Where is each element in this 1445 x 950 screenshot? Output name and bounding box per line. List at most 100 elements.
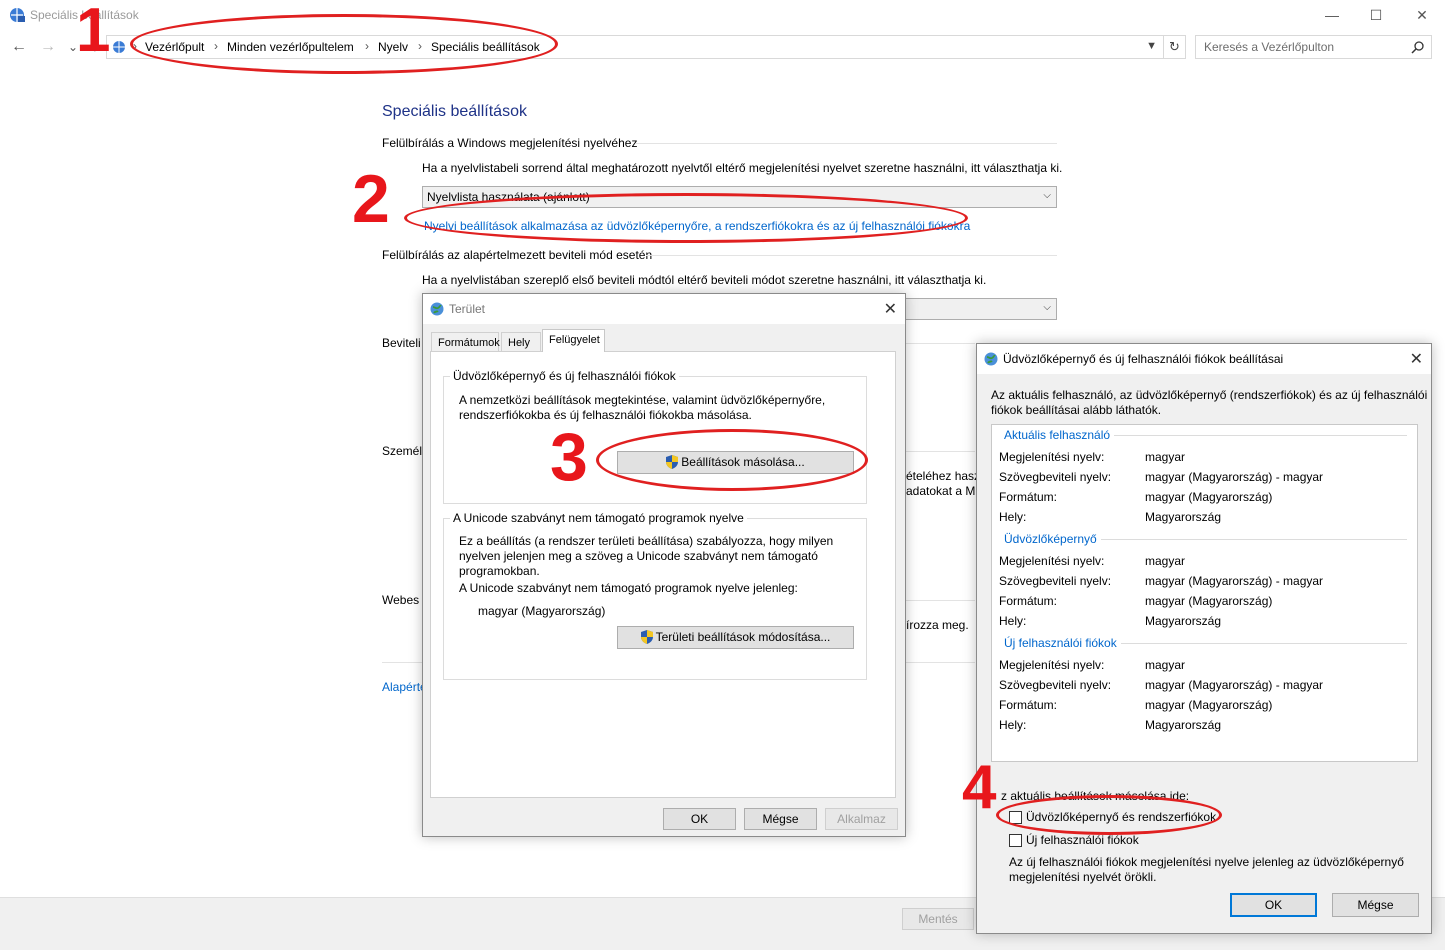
- section-heading: Új felhasználói fiókok: [1004, 636, 1121, 650]
- control-panel-icon: [113, 41, 125, 53]
- row-label: Megjelenítési nyelv:: [999, 450, 1105, 464]
- row-value: magyar (Magyarország): [1145, 490, 1273, 504]
- cancel-button[interactable]: Mégse: [744, 808, 817, 830]
- divider: [905, 662, 975, 663]
- section-input-method-text: Ha a nyelvlistában szereplő első bevitel…: [422, 273, 987, 287]
- chevron-down-icon[interactable]: ▼: [1146, 40, 1157, 52]
- annotation-ellipse-3: [596, 429, 868, 491]
- group-description: A nemzetközi beállítások megtekintése, v…: [459, 393, 826, 407]
- group-description: A Unicode szabványt nem támogató program…: [459, 581, 798, 595]
- unicode-language-group: A Unicode szabványt nem támogató program…: [443, 511, 867, 680]
- section-stub-webes: Webes t: [382, 593, 426, 607]
- row-label: Formátum:: [999, 698, 1058, 712]
- row-label: Formátum:: [999, 594, 1058, 608]
- search-box[interactable]: [1195, 35, 1432, 59]
- divider: [382, 662, 422, 663]
- welcome-settings-dialog: Üdvözlőképernyő és új felhasználói fióko…: [976, 343, 1432, 934]
- row-value: Magyarország: [1145, 614, 1222, 628]
- globe-icon: [984, 352, 998, 366]
- row-value: magyar (Magyarország) - magyar: [1145, 470, 1324, 484]
- annotation-ellipse-2: [404, 193, 968, 243]
- inherit-note: Az új felhasználói fiókok megjelenítési …: [1009, 855, 1404, 869]
- group-title: A Unicode szabványt nem támogató program…: [450, 511, 747, 525]
- group-description: rendszerfiókokba és új felhasználói fiók…: [459, 408, 752, 422]
- uac-shield-icon: [640, 630, 653, 644]
- row-value: magyar: [1145, 554, 1186, 568]
- close-icon[interactable]: ✕: [1410, 349, 1423, 369]
- section-stub-beviteli: Beviteli: [382, 336, 421, 350]
- inherit-note: megjelenítési nyelvét örökli.: [1009, 870, 1157, 884]
- globe-icon: [430, 302, 444, 316]
- ok-button[interactable]: OK: [663, 808, 736, 830]
- page-title: Speciális beállítások: [382, 103, 527, 120]
- ok-button[interactable]: OK: [1230, 893, 1317, 917]
- row-value: magyar: [1145, 450, 1186, 464]
- annotation-number-4: 4: [962, 753, 997, 822]
- divider: [905, 343, 975, 344]
- annotation-number-1: 1: [76, 0, 111, 65]
- back-button[interactable]: ←: [8, 36, 30, 58]
- row-value: Magyarország: [1145, 510, 1222, 524]
- tab-panel: Üdvözlőképernyő és új felhasználói fióko…: [430, 351, 896, 798]
- row-label: Hely:: [999, 614, 1027, 628]
- new-accounts-checkbox-label[interactable]: Új felhasználói fiókok: [1026, 833, 1139, 848]
- section-text-fragment: ételéhez haszn: [906, 469, 987, 483]
- chevron-down-icon: ⌵: [1043, 190, 1051, 201]
- section-text-fragment: írozza meg.: [906, 618, 969, 632]
- tab-formatumok[interactable]: Formátumok: [431, 332, 500, 352]
- forward-button[interactable]: →: [37, 36, 59, 58]
- group-description: programokban.: [459, 564, 540, 578]
- divider: [646, 255, 1057, 256]
- group-title: Üdvözlőképernyő és új felhasználói fióko…: [450, 369, 679, 383]
- close-button[interactable]: ✕: [1402, 4, 1442, 26]
- group-description: nyelven jelenjen meg a szöveg a Unicode …: [459, 549, 818, 563]
- dialog-titlebar: Üdvözlőképernyő és új felhasználói fióko…: [977, 344, 1431, 374]
- row-value: Magyarország: [1145, 718, 1222, 732]
- annotation-number-3: 3: [550, 419, 588, 495]
- current-system-locale: magyar (Magyarország): [478, 604, 606, 618]
- tab-felugyelet[interactable]: Felügyelet: [542, 329, 605, 352]
- dialog-titlebar: Terület ✕: [423, 294, 905, 324]
- restore-defaults-link[interactable]: Alapérte: [382, 680, 427, 694]
- section-heading: Aktuális felhasználó: [1004, 428, 1115, 442]
- row-label: Megjelenítési nyelv:: [999, 554, 1105, 568]
- divider: [636, 143, 1057, 144]
- cancel-button[interactable]: Mégse: [1332, 893, 1419, 917]
- group-description: Ez a beállítás (a rendszer területi beál…: [459, 534, 834, 548]
- close-icon[interactable]: ✕: [884, 299, 897, 319]
- change-system-locale-button[interactable]: Területi beállítások módosítása...: [617, 626, 854, 649]
- row-value: magyar (Magyarország): [1145, 594, 1273, 608]
- row-label: Szövegbeviteli nyelv:: [999, 678, 1112, 692]
- save-button[interactable]: Mentés: [902, 908, 974, 930]
- apply-button[interactable]: Alkalmaz: [825, 808, 898, 830]
- settings-summary-list: Aktuális felhasználó Megjelenítési nyelv…: [991, 424, 1418, 762]
- region-dialog: Terület ✕ Formátumok Hely Felügyelet Üdv…: [422, 293, 906, 837]
- divider: [905, 600, 975, 601]
- row-label: Formátum:: [999, 490, 1058, 504]
- row-value: magyar (Magyarország) - magyar: [1145, 678, 1324, 692]
- row-label: Hely:: [999, 510, 1027, 524]
- section-display-language-text: Ha a nyelvlistabeli sorrend által meghat…: [422, 161, 1063, 175]
- row-value: magyar: [1145, 658, 1186, 672]
- divider: [905, 451, 975, 452]
- dialog-title: Üdvözlőképernyő és új felhasználói fióko…: [1003, 352, 1284, 366]
- refresh-icon: ↻: [1169, 39, 1180, 54]
- minimize-button[interactable]: —: [1312, 4, 1352, 26]
- dialog-intro: fiókok beállításai alább láthatók.: [991, 403, 1162, 417]
- search-input[interactable]: [1204, 37, 1404, 57]
- new-accounts-checkbox[interactable]: [1009, 834, 1022, 847]
- row-label: Hely:: [999, 718, 1027, 732]
- section-input-method-header: Felülbírálás az alapértelmezett beviteli…: [382, 248, 653, 262]
- section-heading: Üdvözlőképernyő: [1004, 532, 1101, 546]
- refresh-button[interactable]: ↻: [1164, 35, 1186, 59]
- dialog-title: Terület: [449, 302, 486, 316]
- section-text-fragment: adatokat a M: [906, 484, 976, 498]
- row-label: Szövegbeviteli nyelv:: [999, 470, 1112, 484]
- maximize-button[interactable]: ☐: [1356, 4, 1396, 26]
- chevron-down-icon: ⌵: [1043, 302, 1051, 313]
- dialog-intro: Az aktuális felhasználó, az üdvözlőképer…: [991, 388, 1428, 402]
- annotation-number-2: 2: [352, 161, 390, 237]
- tab-hely[interactable]: Hely: [501, 332, 541, 352]
- row-value: magyar (Magyarország) - magyar: [1145, 574, 1324, 588]
- search-icon[interactable]: [1411, 40, 1425, 54]
